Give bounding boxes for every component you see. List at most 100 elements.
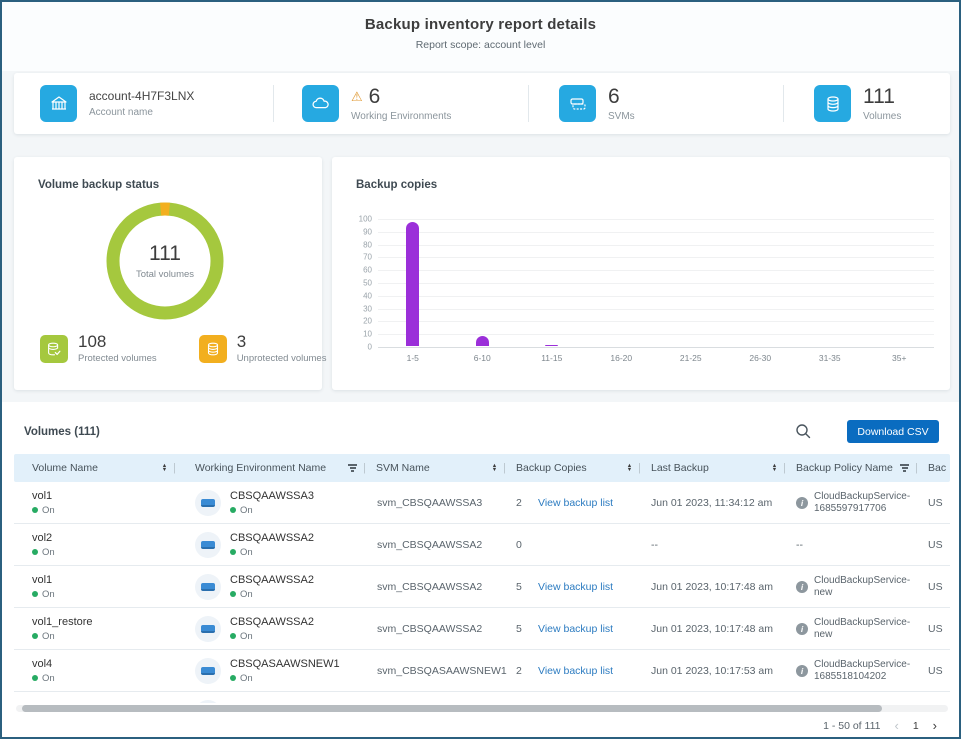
y-axis-tick: 20 <box>363 317 372 326</box>
protected-volumes-legend: 108 Protected volumes <box>40 333 157 364</box>
info-icon[interactable]: i <box>796 581 808 593</box>
state-indicator: On <box>230 673 340 684</box>
status-dot-icon <box>32 549 38 555</box>
pagination-page-number[interactable]: 1 <box>913 720 919 732</box>
column-header[interactable]: Backup Copies▲▼| <box>512 454 647 482</box>
protected-volumes-icon <box>40 335 68 363</box>
sort-icon[interactable]: ▲▼ <box>772 464 777 472</box>
volumes-table-title: Volumes (111) <box>24 426 100 438</box>
table-row[interactable]: fpv11CBSQASAAWSNEW1 <box>14 692 950 703</box>
gridline <box>378 283 934 284</box>
state-indicator: On <box>230 589 314 600</box>
y-axis-tick: 70 <box>363 253 372 262</box>
backup-copies-count: 5 <box>516 623 530 635</box>
table-row[interactable]: vol1OnCBSQAAWSSA3Onsvm_CBSQAAWSSA32View … <box>14 482 950 524</box>
pagination-prev-icon[interactable]: ‹ <box>894 718 898 733</box>
info-icon[interactable]: i <box>796 665 808 677</box>
horizontal-scrollbar-thumb[interactable] <box>22 705 882 712</box>
volume-name-cell: vol1On <box>14 482 182 523</box>
table-row[interactable]: vol4OnCBSQASAAWSNEW1Onsvm_CBSQASAAWSNEW1… <box>14 650 950 692</box>
horizontal-scrollbar-track[interactable] <box>16 705 948 712</box>
total-volumes-label: Total volumes <box>136 269 194 280</box>
working-environment-name: CBSQAAWSSA2 <box>230 616 314 628</box>
backup-copies-cell: 2 View backup list <box>512 482 647 523</box>
region-cell: US <box>924 482 950 523</box>
backup-policy-name: CloudBackupService-1685518104202 <box>814 659 924 683</box>
sort-icon[interactable]: ▲▼ <box>627 464 632 472</box>
column-header[interactable]: Backup Policy Name| <box>792 454 924 482</box>
status-dot-icon <box>32 507 38 513</box>
volume-backup-status-title: Volume backup status <box>38 179 159 191</box>
search-icon[interactable] <box>794 422 814 442</box>
filter-icon[interactable] <box>900 464 909 472</box>
status-dot-icon <box>230 549 236 555</box>
column-divider: | <box>363 462 366 474</box>
column-header[interactable]: Last Backup▲▼| <box>647 454 792 482</box>
column-header-label: Bac <box>928 462 950 474</box>
pagination-range: 1 - 50 of 111 <box>823 720 880 732</box>
column-divider: | <box>915 462 918 474</box>
protected-volumes-count: 108 <box>78 333 157 350</box>
table-row[interactable]: vol1_restoreOnCBSQAAWSSA2Onsvm_CBSQAAWSS… <box>14 608 950 650</box>
backup-copies-count: 5 <box>516 581 530 593</box>
working-environment-icon <box>195 574 221 600</box>
filter-icon[interactable] <box>348 464 357 472</box>
view-backup-list-link[interactable]: View backup list <box>538 581 613 593</box>
table-row[interactable]: vol1OnCBSQAAWSSA2Onsvm_CBSQAAWSSA25View … <box>14 566 950 608</box>
backup-copies-cell: 2 View backup list <box>512 650 647 691</box>
column-header[interactable]: Working Environment Name| <box>182 454 372 482</box>
column-header[interactable]: SVM Name▲▼| <box>372 454 512 482</box>
last-backup-cell <box>647 692 792 703</box>
x-axis-tick: 6-10 <box>448 353 518 363</box>
working-environment-name: CBSQASAAWSNEW1 <box>230 658 340 670</box>
working-environment-cell: CBSQAAWSSA2On <box>182 608 372 649</box>
backup-copies-cell <box>512 692 647 703</box>
gridline <box>378 257 934 258</box>
summary-card: account-4H7F3LNX Account name ⚠ 6 Workin… <box>14 73 950 134</box>
view-backup-list-link[interactable]: View backup list <box>538 497 613 509</box>
working-environment-name: CBSQAAWSSA2 <box>230 532 314 544</box>
bar-chart-xlabels: 1-56-1011-1516-2021-2526-3031-3535+ <box>378 353 934 367</box>
working-environment-icon <box>195 700 221 704</box>
pagination-next-icon[interactable]: › <box>933 718 937 733</box>
backup-policy-name: CloudBackupService-1685597917706 <box>814 491 924 515</box>
volume-name: vol1 <box>32 490 52 502</box>
sort-icon[interactable]: ▲▼ <box>162 464 167 472</box>
backup-policy-name: -- <box>796 539 803 551</box>
backup-copies-count: 0 <box>516 539 530 551</box>
state-indicator: On <box>230 547 314 558</box>
sort-icon[interactable]: ▲▼ <box>492 464 497 472</box>
backup-copies-count: 2 <box>516 665 530 677</box>
view-backup-list-link[interactable]: View backup list <box>538 665 613 677</box>
y-axis-tick: 60 <box>363 266 372 275</box>
column-header[interactable]: Bac <box>924 454 950 482</box>
column-header-label: Backup Copies <box>516 462 627 474</box>
gridline <box>378 321 934 322</box>
backup-policy-name: CloudBackupService-new <box>814 617 924 641</box>
y-axis-tick: 80 <box>363 240 372 249</box>
gridline <box>378 270 934 271</box>
volume-name: vol4 <box>32 658 52 670</box>
x-axis-tick: 26-30 <box>726 353 796 363</box>
bar-6-10 <box>476 336 489 346</box>
unprotected-volumes-label: Unprotected volumes <box>237 353 327 364</box>
x-axis-tick: 31-35 <box>795 353 865 363</box>
report-scope: Report scope: account level <box>2 39 959 51</box>
volume-name: vol2 <box>32 532 52 544</box>
info-icon[interactable]: i <box>796 623 808 635</box>
gridline <box>378 219 934 220</box>
info-icon[interactable]: i <box>796 497 808 509</box>
volume-backup-status-card: Volume backup status 111 Total volumes 1… <box>14 157 322 390</box>
column-header[interactable]: Volume Name▲▼| <box>14 454 182 482</box>
backup-copies-count: 2 <box>516 497 530 509</box>
view-backup-list-link[interactable]: View backup list <box>538 623 613 635</box>
account-id: account-4H7F3LNX <box>89 89 194 103</box>
volumes-summary: 111 Volumes <box>784 73 950 134</box>
download-csv-button[interactable]: Download CSV <box>847 420 939 443</box>
working-environment-cell: CBSQASAAWSNEW1 <box>182 692 372 703</box>
working-environment-icon <box>195 490 221 516</box>
account-summary: account-4H7F3LNX Account name <box>14 73 274 134</box>
last-backup-cell: Jun 01 2023, 11:34:12 am <box>647 482 792 523</box>
table-row[interactable]: vol2OnCBSQAAWSSA2Onsvm_CBSQAAWSSA20----U… <box>14 524 950 566</box>
backup-inventory-report-page: Backup inventory report details Report s… <box>0 0 961 739</box>
